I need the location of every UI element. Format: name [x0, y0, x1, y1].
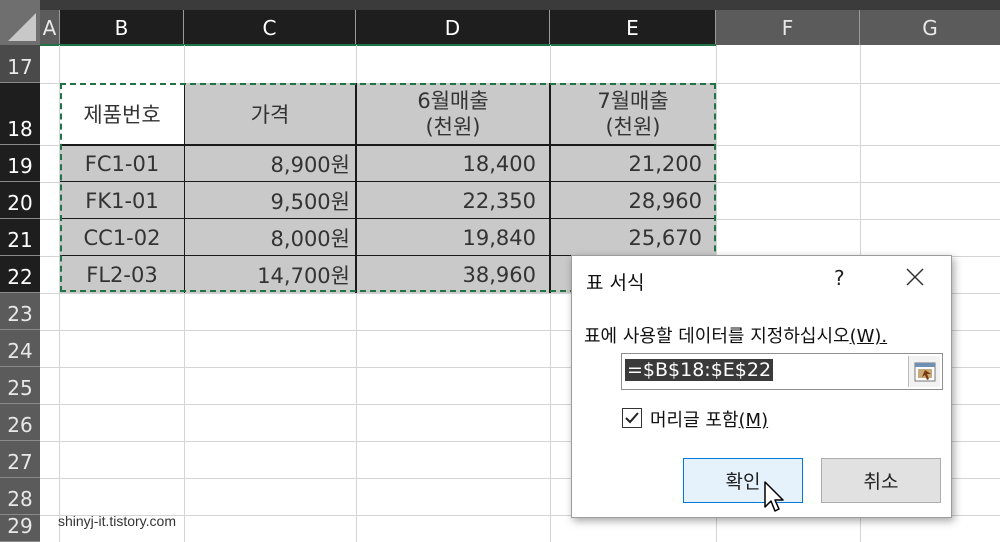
- collapse-dialog-button[interactable]: [908, 356, 940, 387]
- range-value: =$B$18:$E$22: [625, 359, 774, 381]
- column-header-g[interactable]: G: [860, 10, 1000, 45]
- column-header-f[interactable]: F: [716, 10, 860, 45]
- row-header-19[interactable]: 19: [0, 145, 40, 182]
- column-header-c[interactable]: C: [184, 10, 356, 45]
- row-header-26[interactable]: 26: [0, 404, 40, 441]
- format-as-table-dialog: 표 서식 ? 표에 사용할 데이터를 지정하십시오(W). =$B$18:$E$…: [571, 255, 952, 518]
- checkmark-icon: [625, 412, 639, 424]
- dialog-title: 표 서식: [586, 272, 645, 294]
- row-header-22[interactable]: 22: [0, 256, 40, 293]
- row-header-23[interactable]: 23: [0, 293, 40, 330]
- row-header-27[interactable]: 27: [0, 441, 40, 478]
- close-button[interactable]: [900, 262, 930, 292]
- cancel-button[interactable]: 취소: [821, 458, 941, 503]
- row-header-17[interactable]: 17: [0, 45, 40, 83]
- column-header-e[interactable]: E: [550, 10, 716, 45]
- select-all-button[interactable]: [0, 0, 40, 45]
- column-header-d[interactable]: D: [356, 10, 550, 45]
- range-select-icon: [914, 362, 935, 381]
- column-header-bar: [0, 0, 1000, 10]
- selection-header-underline: [40, 44, 716, 46]
- row-header-29[interactable]: 29: [0, 514, 40, 542]
- row-header-28[interactable]: 28: [0, 478, 40, 515]
- close-icon: [906, 268, 924, 286]
- row-header-21[interactable]: 21: [0, 219, 40, 256]
- column-header-b[interactable]: B: [60, 10, 184, 45]
- help-button[interactable]: ?: [834, 266, 845, 290]
- range-input[interactable]: =$B$18:$E$22: [621, 353, 943, 390]
- row-header-20[interactable]: 20: [0, 182, 40, 219]
- range-prompt: 표에 사용할 데이터를 지정하십시오(W).: [584, 326, 888, 347]
- row-header-25[interactable]: 25: [0, 367, 40, 404]
- range-prompt-key: (W).: [849, 326, 888, 347]
- row-header-24[interactable]: 24: [0, 330, 40, 367]
- mouse-cursor-icon: [764, 481, 784, 512]
- row-header-18[interactable]: 18: [0, 83, 40, 145]
- has-headers-checkbox[interactable]: [622, 408, 642, 428]
- watermark: shinyj-it.tistory.com: [58, 513, 176, 529]
- has-headers-label[interactable]: 머리글 포함(M): [650, 406, 768, 432]
- column-header-a[interactable]: A: [40, 10, 60, 45]
